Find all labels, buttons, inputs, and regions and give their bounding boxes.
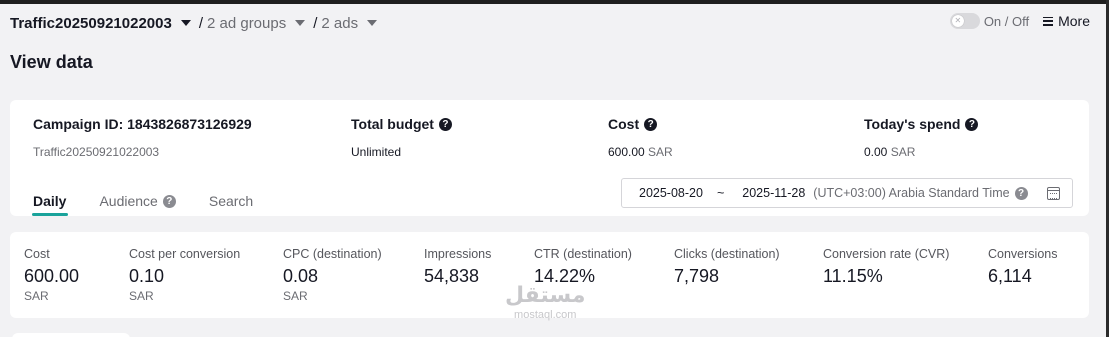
metric-value: 7,798 xyxy=(674,266,720,286)
metric-unit: SAR xyxy=(24,289,49,303)
todays-spend-block: Today's spend ? 0.00 SAR xyxy=(864,116,979,159)
tab-search[interactable]: Search xyxy=(209,188,253,214)
ads-breadcrumb[interactable]: 2 ads xyxy=(321,15,358,32)
timezone-help-icon[interactable]: ? xyxy=(1014,186,1028,200)
campaign-id-block: Campaign ID: 1843826873126929 Traffic202… xyxy=(33,116,252,159)
todays-spend-value-row: 0.00 SAR xyxy=(864,145,978,159)
more-label: More xyxy=(1058,13,1090,29)
date-start[interactable]: 2025-08-20 xyxy=(639,186,703,200)
metric-label: Cost per conversion xyxy=(129,247,241,261)
campaign-breadcrumb[interactable]: Traffic20250921022003 xyxy=(10,15,172,32)
metric-clicks: Clicks (destination) 7,798 xyxy=(674,247,780,287)
cost-label: Cost xyxy=(608,116,640,132)
metric-label: Conversions xyxy=(988,247,1058,261)
more-button[interactable]: More xyxy=(1043,13,1090,29)
metric-label: Impressions xyxy=(424,247,492,261)
todays-spend-label-row: Today's spend ? xyxy=(864,116,979,132)
top-border xyxy=(0,0,1109,4)
view-tabs: Daily Audience ? Search xyxy=(31,188,286,216)
metric-unit: SAR xyxy=(129,289,154,303)
on-off-control[interactable]: ✕ On / Off xyxy=(949,13,1030,29)
watermark-url: mostaql.com xyxy=(514,309,577,321)
toggle-knob-x-icon: ✕ xyxy=(951,15,964,27)
tab-audience-label: Audience xyxy=(99,193,158,209)
breadcrumb: Traffic20250921022003 / 2 ad groups / 2 … xyxy=(10,12,385,34)
calendar-icon[interactable] xyxy=(1047,187,1060,200)
metric-cost-per-conversion: Cost per conversion 0.10 SAR xyxy=(129,247,240,303)
todays-spend-unit: SAR xyxy=(890,145,916,159)
total-budget-label: Total budget xyxy=(351,116,434,132)
watermark-logo: مستقل mostaql.com xyxy=(505,283,585,321)
spend-help-icon[interactable]: ? xyxy=(965,117,979,131)
cost-value: 600.00 xyxy=(608,145,645,159)
metric-label: Cost xyxy=(24,247,50,261)
total-budget-value: Unlimited xyxy=(351,145,402,159)
campaign-name: Traffic20250921022003 xyxy=(33,145,160,159)
ad-groups-breadcrumb[interactable]: 2 ad groups xyxy=(207,15,286,32)
total-budget-label-row: Total budget ? xyxy=(351,116,452,132)
date-range-picker[interactable]: 2025-08-20 ~ 2025-11-28 (UTC+03:00) Arab… xyxy=(621,178,1073,208)
ad-groups-chevron-down-icon[interactable] xyxy=(295,20,306,26)
tab-search-label: Search xyxy=(208,193,254,209)
ads-chevron-down-icon[interactable] xyxy=(367,20,378,26)
campaign-id-label: Campaign ID: 1843826873126929 xyxy=(33,116,252,132)
metric-label: Clicks (destination) xyxy=(674,247,780,261)
metric-cpc: CPC (destination) 0.08 SAR xyxy=(283,247,382,303)
watermark-text: مستقل xyxy=(505,283,586,308)
header-actions: ✕ On / Off More xyxy=(949,13,1090,29)
tab-daily[interactable]: Daily xyxy=(31,188,69,216)
cost-unit: SAR xyxy=(648,145,673,159)
campaign-chevron-down-icon[interactable] xyxy=(180,20,191,26)
metric-label: CPC (destination) xyxy=(283,247,382,261)
audience-help-icon[interactable]: ? xyxy=(162,194,176,208)
breadcrumb-separator: / xyxy=(313,14,318,32)
metric-cost: Cost 600.00 SAR xyxy=(24,247,79,303)
metric-value: 54,838 xyxy=(424,266,480,286)
breadcrumb-separator: / xyxy=(198,14,203,32)
metric-conversions: Conversions 6,114 xyxy=(988,247,1057,287)
metric-value: 0.08 xyxy=(283,266,319,286)
cost-value-row: 600.00 SAR xyxy=(608,145,673,159)
todays-spend-label: Today's spend xyxy=(864,116,961,132)
date-separator: ~ xyxy=(716,186,725,200)
metric-label: Conversion rate (CVR) xyxy=(823,247,950,261)
total-budget-block: Total budget ? Unlimited xyxy=(351,116,452,159)
on-off-toggle[interactable]: ✕ xyxy=(949,13,980,29)
todays-spend-value: 0.00 xyxy=(864,145,888,159)
cost-block: Cost ? 600.00 SAR xyxy=(608,116,673,159)
metric-unit: SAR xyxy=(283,289,308,303)
tab-daily-label: Daily xyxy=(33,193,67,209)
metric-value: 11.15% xyxy=(823,266,883,286)
metric-ctr: CTR (destination) 14.22% xyxy=(534,247,632,287)
menu-icon xyxy=(1043,16,1054,26)
page-title: View data xyxy=(10,52,93,72)
campaign-summary-card: Campaign ID: 1843826873126929 Traffic202… xyxy=(10,100,1089,216)
on-off-label: On / Off xyxy=(983,13,1030,29)
cost-help-icon[interactable]: ? xyxy=(644,117,658,131)
metric-label: CTR (destination) xyxy=(534,247,632,261)
metric-value: 0.10 xyxy=(129,266,165,286)
metric-impressions: Impressions 54,838 xyxy=(424,247,491,287)
next-card-edge xyxy=(12,333,130,337)
cost-label-row: Cost ? xyxy=(608,116,673,132)
timezone-label: (UTC+03:00) Arabia Standard Time xyxy=(813,186,1010,200)
date-end[interactable]: 2025-11-28 xyxy=(742,186,805,200)
metric-value: 600.00 xyxy=(24,266,80,286)
metric-value: 6,114 xyxy=(988,266,1032,286)
metric-cvr: Conversion rate (CVR) 11.15% xyxy=(823,247,949,287)
budget-help-icon[interactable]: ? xyxy=(438,117,452,131)
tab-audience[interactable]: Audience ? xyxy=(99,188,176,214)
